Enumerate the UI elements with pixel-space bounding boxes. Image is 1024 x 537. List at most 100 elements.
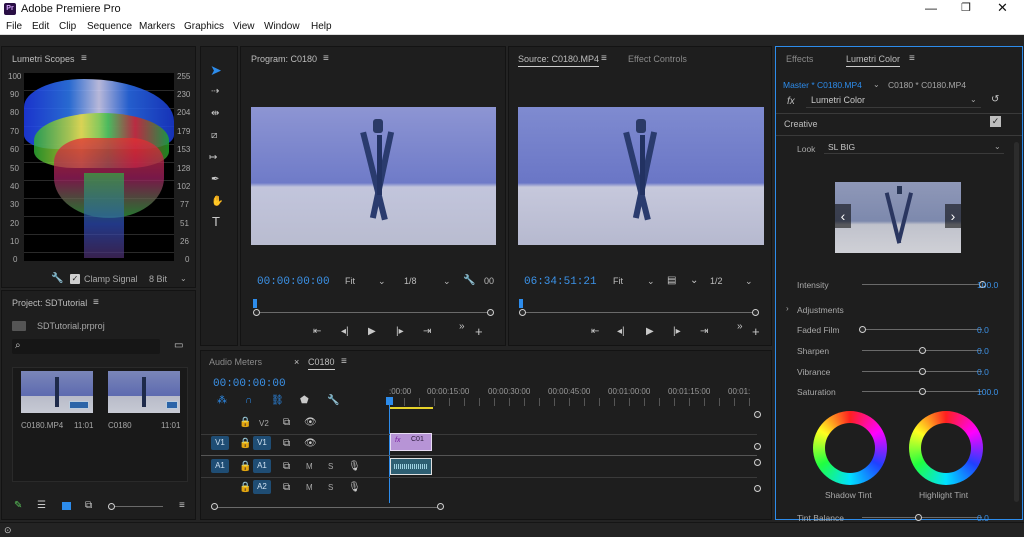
chevron-down-icon[interactable]: ⌄ xyxy=(873,80,880,89)
menu-markers[interactable]: Markers xyxy=(139,21,175,32)
track-target-a1[interactable]: A1 xyxy=(253,459,271,473)
menu-edit[interactable]: Edit xyxy=(32,21,49,32)
vibrance-knob[interactable] xyxy=(919,368,926,375)
microphone-icon[interactable]: 🎙 xyxy=(348,462,361,472)
source-timecode[interactable]: 06:34:51:21 xyxy=(524,276,597,288)
icon-view-icon[interactable] xyxy=(62,502,71,510)
list-view-icon[interactable]: ☰ xyxy=(37,501,46,511)
drag-audio-icon[interactable]: ⌄ xyxy=(690,276,698,286)
chevron-down-icon[interactable]: ⌄ xyxy=(745,276,753,287)
new-bin-icon[interactable]: ▭ xyxy=(174,341,183,351)
step-back-icon[interactable]: ◂| xyxy=(617,327,625,337)
tab-effect-controls[interactable]: Effect Controls xyxy=(628,54,687,64)
panel-menu-icon[interactable]: ≡ xyxy=(601,54,607,64)
program-scrubber[interactable] xyxy=(257,312,491,313)
chevron-right-icon[interactable]: › xyxy=(786,304,789,313)
restore-icon[interactable]: ❐ xyxy=(961,1,971,14)
intensity-value[interactable]: 100.0 xyxy=(977,280,998,290)
menu-graphics[interactable]: Graphics xyxy=(184,21,224,32)
sharpen-value[interactable]: 0.0 xyxy=(977,346,989,356)
panel-menu-icon[interactable]: ≡ xyxy=(341,357,347,367)
previous-look-icon[interactable]: ‹ xyxy=(835,204,851,228)
add-button-icon[interactable]: + xyxy=(475,325,483,338)
zoom-slider[interactable] xyxy=(109,506,163,507)
look-select[interactable]: SL BIG ⌄ xyxy=(824,140,1004,154)
tint-balance-knob[interactable] xyxy=(915,514,922,521)
mark-out-icon[interactable]: ⇥ xyxy=(700,327,708,337)
mute-button[interactable]: M xyxy=(306,483,313,492)
video-clip[interactable]: fx C01 xyxy=(390,433,432,451)
tab-sequence[interactable]: C0180 xyxy=(308,357,335,370)
panel-menu-icon[interactable]: ≡ xyxy=(909,54,915,64)
timeline-timecode[interactable]: 00:00:00:00 xyxy=(213,378,286,390)
timeline-playhead[interactable] xyxy=(389,399,390,503)
chevron-down-icon[interactable]: ⌄ xyxy=(647,276,655,287)
program-fit-select[interactable]: Fit xyxy=(345,276,355,286)
hand-icon[interactable]: ✋ xyxy=(211,197,223,207)
more-controls-icon[interactable]: » xyxy=(737,322,743,332)
eye-icon[interactable]: 👁 xyxy=(304,439,317,449)
tab-effects[interactable]: Effects xyxy=(786,54,813,64)
vertical-zoom-handle[interactable] xyxy=(754,485,761,492)
linked-selection-icon[interactable]: ⛓ xyxy=(271,396,284,406)
minimize-icon[interactable]: — xyxy=(925,1,937,15)
program-resolution-select[interactable]: 1/8 xyxy=(404,276,417,286)
eye-icon[interactable]: 👁 xyxy=(304,418,317,428)
adjustments-label[interactable]: Adjustments xyxy=(797,305,844,315)
track-target-v1[interactable]: V1 xyxy=(253,436,271,450)
lock-icon[interactable]: 🔒 xyxy=(239,418,251,428)
horizontal-zoom-bar[interactable] xyxy=(215,507,441,508)
pencil-icon[interactable]: ✎ xyxy=(14,501,22,511)
menu-view[interactable]: View xyxy=(233,21,255,32)
faded-film-value[interactable]: 0.0 xyxy=(977,325,989,335)
sequence-clip-label[interactable]: C0180 * C0180.MP4 xyxy=(888,80,966,90)
tab-audio-meters[interactable]: Audio Meters xyxy=(209,357,262,367)
zoom-start-handle[interactable] xyxy=(211,503,218,510)
bit-depth-select[interactable]: 8 Bit xyxy=(149,274,167,284)
menu-sequence[interactable]: Sequence xyxy=(87,21,132,32)
freeform-view-icon[interactable]: ⧉ xyxy=(85,501,92,511)
faded-film-knob[interactable] xyxy=(859,326,866,333)
menu-file[interactable]: File xyxy=(6,21,22,32)
menu-clip[interactable]: Clip xyxy=(59,21,76,32)
toggle-sync-icon[interactable]: ⧉ xyxy=(283,483,290,493)
drag-video-icon[interactable]: ▤ xyxy=(667,276,676,286)
lock-icon[interactable]: 🔒 xyxy=(239,439,251,449)
source-patch-v1[interactable]: V1 xyxy=(211,436,229,450)
mute-button[interactable]: M xyxy=(306,462,313,471)
mark-in-icon[interactable]: ⇤ xyxy=(313,327,321,337)
toggle-sync-icon[interactable]: ⧉ xyxy=(283,462,290,472)
zoom-knob[interactable] xyxy=(108,503,115,510)
master-clip-label[interactable]: Master * C0180.MP4 xyxy=(783,80,862,90)
tab-lumetri-color[interactable]: Lumetri Color xyxy=(846,54,901,67)
ripple-edit-icon[interactable]: ⇹ xyxy=(211,109,219,119)
sharpen-knob[interactable] xyxy=(919,347,926,354)
play-icon[interactable]: ▶ xyxy=(368,327,376,337)
vibrance-value[interactable]: 0.0 xyxy=(977,367,989,377)
close-tab-icon[interactable]: × xyxy=(294,357,299,367)
panel-scrollbar[interactable] xyxy=(1014,142,1019,502)
wrench-icon[interactable]: 🔧 xyxy=(51,274,63,284)
toggle-sync-icon[interactable]: ⧉ xyxy=(283,439,290,449)
source-fit-select[interactable]: Fit xyxy=(613,276,623,286)
panel-menu-icon[interactable]: ≡ xyxy=(93,298,99,308)
playhead-handle[interactable] xyxy=(386,397,393,405)
panel-menu-icon[interactable]: ≡ xyxy=(81,54,87,64)
creative-enabled-checkbox[interactable]: ✓ xyxy=(990,116,1001,127)
vertical-zoom-handle[interactable] xyxy=(754,443,761,450)
track-select-icon[interactable]: ⇢ xyxy=(211,87,219,97)
source-resolution-select[interactable]: 1/2 xyxy=(710,276,723,286)
solo-button[interactable]: S xyxy=(328,462,333,471)
tab-source[interactable]: Source: C0180.MP4 xyxy=(518,54,600,67)
menu-window[interactable]: Window xyxy=(264,21,300,32)
slip-icon[interactable]: ↦ xyxy=(209,153,217,163)
scrubber-start-handle[interactable] xyxy=(519,309,526,316)
sort-icon[interactable]: ≡ xyxy=(179,501,185,511)
tint-balance-slider[interactable] xyxy=(862,517,982,518)
add-marker-icon[interactable]: ⬟ xyxy=(300,396,309,406)
source-scrubber[interactable] xyxy=(523,312,755,313)
snap-icon[interactable]: ∩ xyxy=(245,396,252,406)
toggle-sync-icon[interactable]: ⧉ xyxy=(283,418,290,428)
chevron-down-icon[interactable]: ⌄ xyxy=(180,274,187,283)
faded-film-slider[interactable] xyxy=(862,329,982,330)
